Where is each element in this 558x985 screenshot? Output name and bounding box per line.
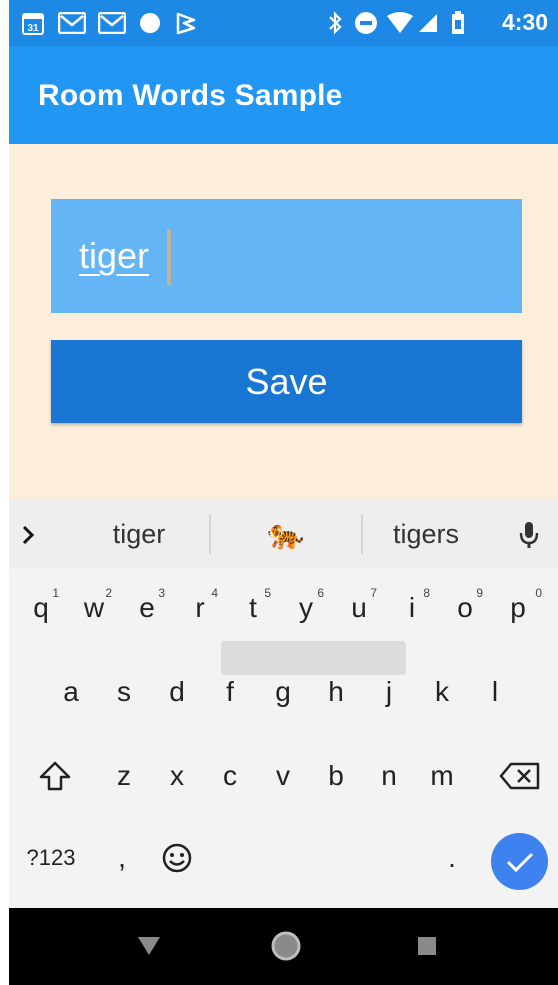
key-y[interactable]: y6 bbox=[290, 578, 324, 638]
key-comma[interactable]: , bbox=[107, 828, 137, 888]
status-time: 4:30 bbox=[501, 9, 548, 35]
status-bar: 31 4:30 bbox=[9, 0, 558, 46]
backspace-icon[interactable] bbox=[493, 746, 547, 806]
key-label: o bbox=[457, 592, 473, 623]
recents-icon[interactable] bbox=[407, 926, 447, 966]
key-hint: 6 bbox=[317, 586, 324, 600]
key-hint: 3 bbox=[158, 586, 165, 600]
bluetooth-icon bbox=[325, 10, 345, 36]
wifi-icon bbox=[385, 10, 415, 36]
key-hint: 1 bbox=[52, 586, 59, 600]
emoji-icon[interactable] bbox=[155, 828, 199, 888]
key-label: u bbox=[351, 592, 367, 623]
suggestion-3[interactable]: tigers bbox=[363, 500, 489, 569]
key-hint: 0 bbox=[535, 586, 542, 600]
key-e[interactable]: e3 bbox=[131, 578, 165, 638]
key-w[interactable]: w2 bbox=[78, 578, 112, 638]
key-l[interactable]: l bbox=[475, 662, 515, 722]
flag-icon bbox=[173, 10, 199, 36]
keyboard-row-4: ?123 , . bbox=[9, 828, 558, 898]
key-o[interactable]: o9 bbox=[449, 578, 483, 638]
key-k[interactable]: k bbox=[422, 662, 462, 722]
key-q[interactable]: q1 bbox=[25, 578, 59, 638]
key-z[interactable]: z bbox=[104, 746, 144, 806]
content-area: tiger Save bbox=[9, 144, 558, 500]
key-label: q bbox=[33, 592, 49, 623]
back-icon[interactable] bbox=[129, 926, 169, 966]
spacebar[interactable] bbox=[221, 641, 406, 675]
key-b[interactable]: b bbox=[316, 746, 356, 806]
battery-icon bbox=[449, 10, 467, 36]
chevron-right-icon[interactable] bbox=[13, 500, 43, 569]
home-icon[interactable] bbox=[266, 926, 306, 966]
calendar-icon: 31 bbox=[21, 10, 45, 36]
circle-icon bbox=[137, 10, 163, 36]
key-u[interactable]: u7 bbox=[343, 578, 377, 638]
key-p[interactable]: p0 bbox=[502, 578, 542, 638]
keyboard-row-1: q1 w2 e3 r4 t5 y6 u7 i8 o9 p0 bbox=[9, 578, 558, 648]
phone-screen: 31 4:30 Room Words Sample tiger Save tig… bbox=[9, 0, 558, 985]
key-hint: 4 bbox=[211, 586, 218, 600]
suggestion-2[interactable]: 🐅 bbox=[211, 500, 361, 569]
key-period[interactable]: . bbox=[437, 828, 467, 888]
key-hint: 9 bbox=[476, 586, 483, 600]
key-x[interactable]: x bbox=[157, 746, 197, 806]
key-hint: 2 bbox=[105, 586, 112, 600]
key-v[interactable]: v bbox=[263, 746, 303, 806]
navigation-bar bbox=[9, 908, 558, 985]
key-hint: 8 bbox=[423, 586, 430, 600]
key-a[interactable]: a bbox=[51, 662, 91, 722]
svg-text:31: 31 bbox=[27, 23, 39, 34]
key-m[interactable]: m bbox=[422, 746, 462, 806]
key-label: r bbox=[195, 592, 205, 623]
key-label: e bbox=[139, 592, 155, 623]
key-label: p bbox=[510, 592, 526, 623]
app-bar: Room Words Sample bbox=[9, 46, 558, 144]
word-input-value: tiger bbox=[79, 235, 150, 276]
soft-keyboard: tiger 🐅 tigers q1 w2 e3 r4 t5 y6 u7 i8 o… bbox=[9, 500, 558, 908]
key-s[interactable]: s bbox=[104, 662, 144, 722]
checkmark-icon[interactable] bbox=[491, 833, 548, 890]
key-label: w bbox=[83, 592, 105, 623]
key-t[interactable]: t5 bbox=[237, 578, 271, 638]
shift-icon[interactable] bbox=[25, 746, 85, 806]
key-r[interactable]: r4 bbox=[184, 578, 218, 638]
key-label: t bbox=[249, 592, 257, 623]
gmail-icon bbox=[57, 10, 87, 36]
key-d[interactable]: d bbox=[157, 662, 197, 722]
key-n[interactable]: n bbox=[369, 746, 409, 806]
key-hint: 7 bbox=[370, 586, 377, 600]
suggestion-1[interactable]: tiger bbox=[69, 500, 209, 569]
app-title: Room Words Sample bbox=[38, 79, 343, 112]
key-c[interactable]: c bbox=[210, 746, 250, 806]
key-label: i bbox=[408, 592, 416, 623]
keyboard-row-3: z x c v b n m bbox=[9, 746, 558, 816]
key-i[interactable]: i8 bbox=[396, 578, 430, 638]
gmail-icon bbox=[97, 10, 127, 36]
suggestion-strip: tiger 🐅 tigers bbox=[9, 500, 558, 569]
microphone-icon[interactable] bbox=[509, 500, 549, 569]
text-cursor bbox=[167, 229, 171, 285]
key-hint: 5 bbox=[264, 586, 271, 600]
symbols-key[interactable]: ?123 bbox=[19, 828, 83, 888]
word-input[interactable]: tiger bbox=[51, 199, 522, 313]
signal-icon bbox=[417, 10, 439, 36]
save-button[interactable]: Save bbox=[51, 340, 522, 423]
key-label: y bbox=[299, 592, 313, 623]
do-not-disturb-icon bbox=[353, 10, 379, 36]
